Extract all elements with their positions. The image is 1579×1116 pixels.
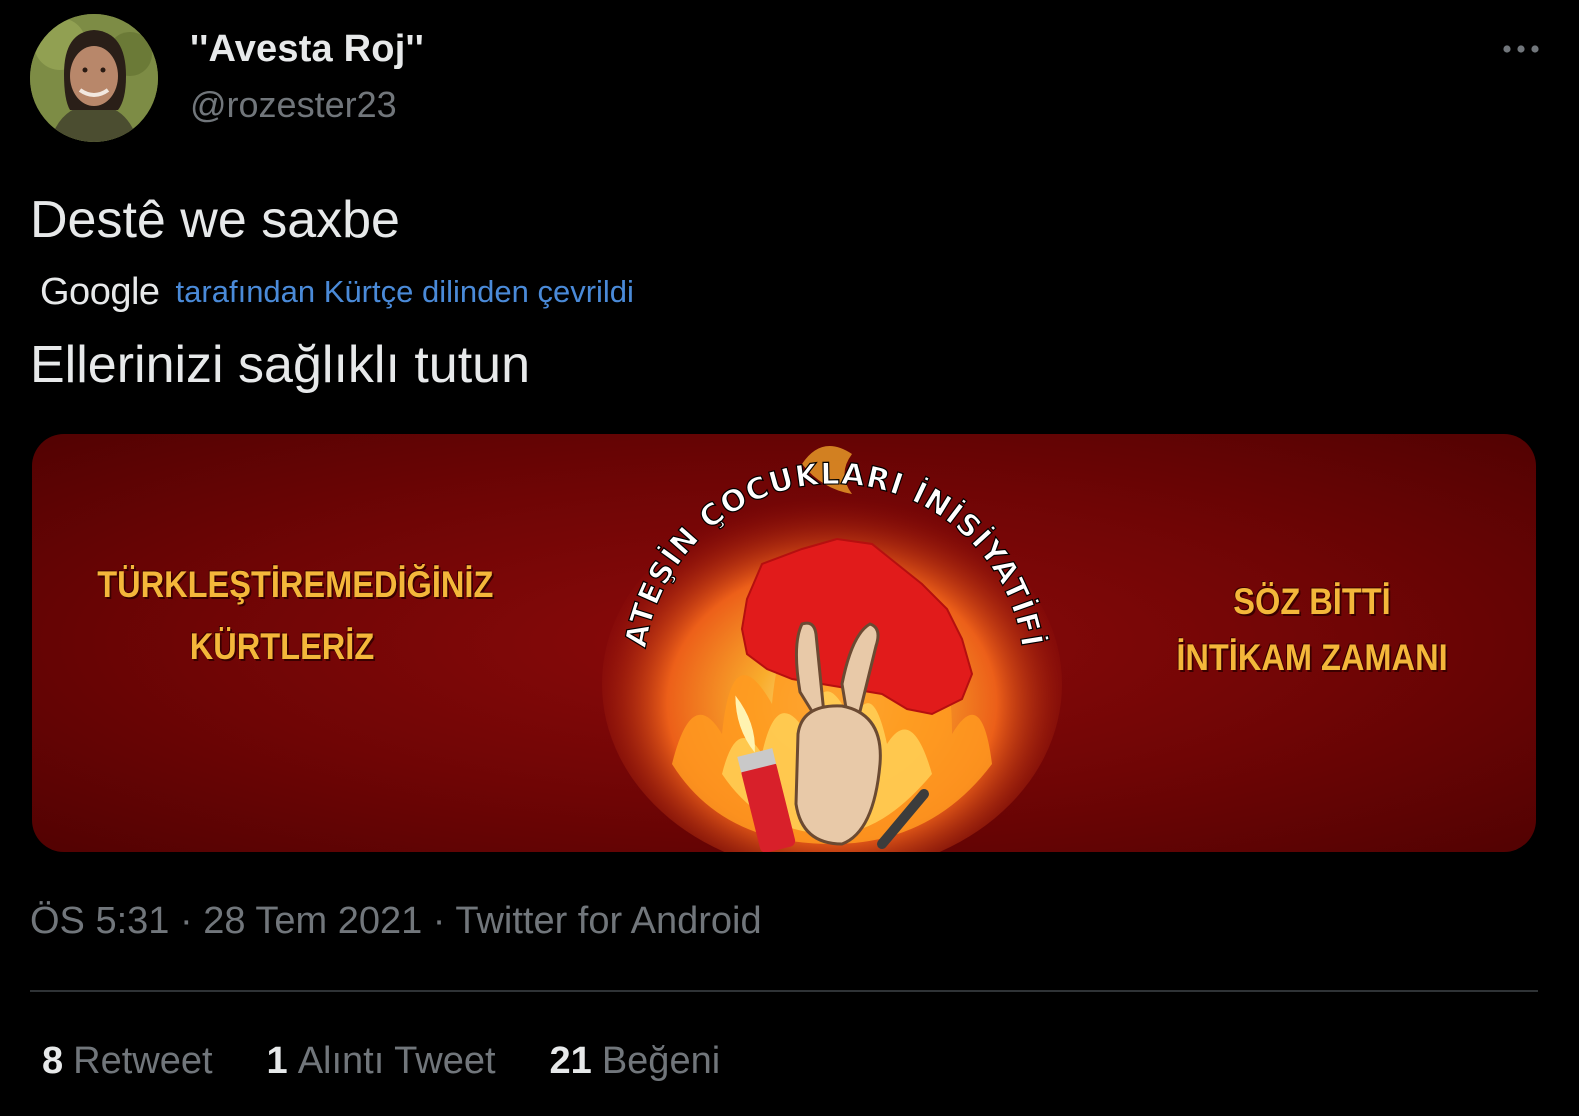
translation-note-link[interactable]: tarafından Kürtçe dilinden çevrildi (176, 274, 634, 310)
translation-attribution: Google tarafından Kürtçe dilinden çevril… (40, 270, 634, 314)
stat-label: Beğeni (601, 1040, 721, 1082)
like-count[interactable]: 21 Beğeni (550, 1040, 721, 1083)
meta-separator: · (422, 900, 456, 942)
tweet-meta: ÖS 5:31 · 28 Tem 2021 · Twitter for Andr… (30, 900, 762, 943)
user-handle[interactable]: @rozester23 (190, 84, 397, 126)
display-name[interactable]: ''Avesta Roj'' (190, 28, 424, 71)
divider (30, 990, 1538, 992)
stat-count: 1 (266, 1040, 288, 1082)
google-logo[interactable]: Google (40, 271, 160, 314)
media-left-line-1: TÜRKLEŞTİREMEDİĞİNİZ (97, 564, 494, 605)
stat-count: 8 (42, 1040, 64, 1082)
profile-photo-icon (30, 14, 158, 142)
stat-count: 21 (549, 1040, 592, 1082)
translated-text: Ellerinizi sağlıklı tutun (30, 336, 530, 394)
meta-separator: · (169, 900, 204, 942)
tweet-date[interactable]: 28 Tem 2021 (203, 900, 422, 942)
quote-tweet-count[interactable]: 1 Alıntı Tweet (267, 1040, 496, 1083)
fire-emblem-icon: ATEŞİN ÇOCUKLARI İNİSİYATİFİ (602, 446, 1062, 852)
stat-label: Alıntı Tweet (297, 1040, 496, 1082)
tweet-stats: 8 Retweet 1 Alıntı Tweet 21 Beğeni (42, 1040, 774, 1083)
more-options-icon[interactable] (1499, 34, 1543, 64)
media-right-slogan: SÖZ BİTTİ İNTİKAM ZAMANI (1136, 574, 1488, 686)
retweet-count[interactable]: 8 Retweet (42, 1040, 213, 1083)
tweet-text: Destê we saxbe (30, 191, 400, 249)
media-left-slogan: TÜRKLEŞTİREMEDİĞİNİZ KÜRTLERİZ (97, 554, 494, 678)
tweet-media-image[interactable]: TÜRKLEŞTİREMEDİĞİNİZ KÜRTLERİZ ATEŞİN ÇO… (32, 434, 1536, 852)
media-right-line-1: SÖZ BİTTİ (1233, 581, 1391, 622)
tweet-time[interactable]: ÖS 5:31 (30, 900, 169, 942)
media-right-line-2: İNTİKAM ZAMANI (1176, 637, 1448, 678)
media-left-line-2: KÜRTLERİZ (189, 626, 375, 667)
stat-label: Retweet (73, 1040, 213, 1082)
avatar[interactable] (30, 14, 158, 142)
tweet-source[interactable]: Twitter for Android (455, 900, 761, 942)
